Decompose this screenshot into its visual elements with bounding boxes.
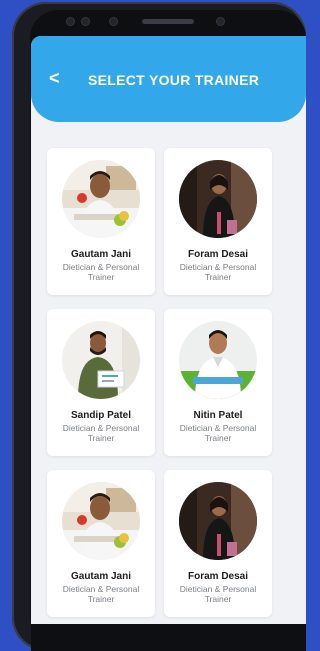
trainer-role: Dietician & Personal Trainer [179, 584, 257, 604]
man-with-fruits-photo [62, 482, 140, 560]
trainer-name: Nitin Patel [193, 410, 243, 421]
speaker-grille [142, 19, 194, 24]
trainer-avatar [62, 321, 140, 399]
trainer-card[interactable]: Foram Desai Dietician & Personal Trainer [164, 470, 272, 617]
phone-bottom-bezel [31, 624, 306, 651]
trainer-avatar [62, 160, 140, 238]
trainer-card[interactable]: Nitin Patel Dietician & Personal Trainer [164, 309, 272, 456]
back-arrow-icon[interactable]: < [49, 69, 60, 87]
man-holding-certificate-photo [62, 321, 140, 399]
app-header: < SELECT YOUR TRAINER [31, 36, 306, 122]
trainer-name: Foram Desai [187, 571, 249, 582]
sensor-dot [110, 18, 117, 25]
man-with-fruits-photo [62, 160, 140, 238]
trainer-name: Foram Desai [187, 249, 249, 260]
trainer-name: Sandip Patel [70, 410, 131, 421]
trainer-card[interactable]: Sandip Patel Dietician & Personal Traine… [47, 309, 155, 456]
man-white-shirt-photo [179, 321, 257, 399]
trainer-avatar [62, 482, 140, 560]
page-title: SELECT YOUR TRAINER [88, 72, 260, 88]
trainer-card[interactable]: Gautam Jani Dietician & Personal Trainer [47, 470, 155, 617]
trainer-role: Dietician & Personal Trainer [62, 423, 140, 443]
trainer-name: Gautam Jani [70, 571, 132, 582]
woman-dark-background-photo [179, 482, 257, 560]
trainer-avatar [179, 160, 257, 238]
trainer-avatar [179, 482, 257, 560]
woman-dark-background-photo [179, 160, 257, 238]
trainer-name: Gautam Jani [70, 249, 132, 260]
trainer-card[interactable]: Gautam Jani Dietician & Personal Trainer [47, 148, 155, 295]
camera-dot [67, 18, 74, 25]
trainer-role: Dietician & Personal Trainer [62, 584, 140, 604]
trainer-role: Dietician & Personal Trainer [179, 423, 257, 443]
trainer-card[interactable]: Foram Desai Dietician & Personal Trainer [164, 148, 272, 295]
trainer-role: Dietician & Personal Trainer [179, 262, 257, 282]
front-camera-icon [217, 18, 224, 25]
trainer-avatar [179, 321, 257, 399]
sensor-dot [82, 18, 89, 25]
app-screen: < SELECT YOUR TRAINER Gautam Jani Dietic… [31, 36, 306, 624]
trainer-role: Dietician & Personal Trainer [62, 262, 140, 282]
